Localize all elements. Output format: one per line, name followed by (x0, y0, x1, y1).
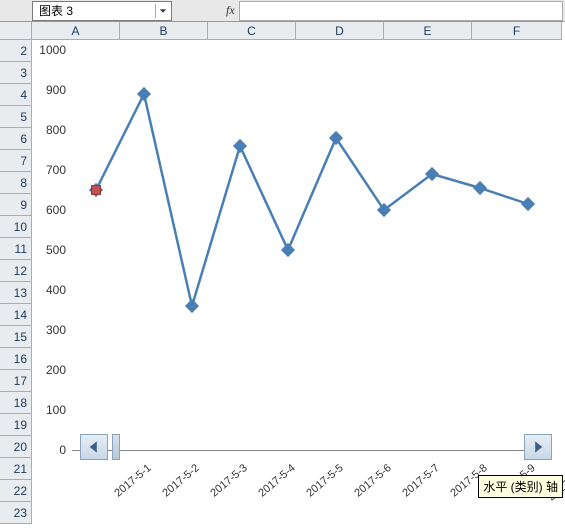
scroll-left-button[interactable] (80, 434, 108, 460)
row-header-14[interactable]: 14 (0, 304, 32, 326)
row-header-4[interactable]: 4 (0, 84, 32, 106)
formula-bar: 图表 3 fx (0, 0, 565, 22)
axis-tooltip: 水平 (类别) 轴 (478, 475, 563, 498)
y-tick-label: 100 (46, 403, 66, 417)
column-header-B[interactable]: B (120, 22, 208, 40)
row-header-3[interactable]: 3 (0, 62, 32, 84)
row-header-22[interactable]: 22 (0, 480, 32, 502)
row-header-16[interactable]: 16 (0, 348, 32, 370)
x-tick-label: 2017-5-4 (256, 462, 297, 500)
y-tick-label: 400 (46, 283, 66, 297)
sheet-area: ABCDEF 234567891011121314151617181920212… (0, 22, 565, 528)
column-header-A[interactable]: A (32, 22, 120, 40)
y-tick-label: 600 (46, 203, 66, 217)
row-header-2[interactable]: 2 (0, 40, 32, 62)
y-tick-label: 0 (59, 443, 66, 457)
x-tick-label: 2017-5-1 (112, 462, 153, 500)
x-tick-label: 2017-5-2 (160, 462, 201, 500)
column-header-D[interactable]: D (296, 22, 384, 40)
row-header-6[interactable]: 6 (0, 128, 32, 150)
plot-area[interactable] (72, 50, 552, 450)
row-header-20[interactable]: 20 (0, 436, 32, 458)
column-header-E[interactable]: E (384, 22, 472, 40)
scroll-thumb[interactable] (112, 434, 120, 460)
column-headers: ABCDEF (32, 22, 565, 40)
row-header-5[interactable]: 5 (0, 106, 32, 128)
row-header-7[interactable]: 7 (0, 150, 32, 172)
x-tick-label: 2017-5-6 (352, 462, 393, 500)
x-tick-label: 2017-5-5 (304, 462, 345, 500)
y-axis-ticks: 01002003004005006007008009001000 (32, 50, 70, 450)
embedded-chart[interactable]: 0 100 200 300 400 500 600 700 800 900 1000 2017-5-… (32, 40, 562, 520)
x-tick-label: 2017-5-7 (400, 462, 441, 500)
x-axis[interactable] (72, 450, 552, 451)
row-header-9[interactable]: 9 (0, 194, 32, 216)
row-header-11[interactable]: 11 (0, 238, 32, 260)
scroll-right-button[interactable] (524, 434, 552, 460)
column-header-C[interactable]: C (208, 22, 296, 40)
y-tick-label: 1000 (39, 43, 66, 57)
select-all-corner[interactable] (0, 22, 32, 40)
y-tick-label: 800 (46, 123, 66, 137)
y-tick-label: 200 (46, 363, 66, 377)
highlight-marker[interactable] (91, 185, 101, 195)
name-box-dropdown-icon[interactable] (155, 4, 169, 18)
row-header-8[interactable]: 8 (0, 172, 32, 194)
formula-input[interactable] (239, 1, 563, 21)
name-box[interactable]: 图表 3 (32, 1, 172, 21)
row-header-10[interactable]: 10 (0, 216, 32, 238)
row-header-23[interactable]: 23 (0, 502, 32, 524)
row-header-15[interactable]: 15 (0, 326, 32, 348)
name-box-value: 图表 3 (39, 2, 73, 19)
row-header-17[interactable]: 17 (0, 370, 32, 392)
fx-label: fx (226, 3, 235, 18)
row-header-13[interactable]: 13 (0, 282, 32, 304)
row-headers: 234567891011121314151617181920212223 (0, 40, 32, 528)
line-series (72, 50, 552, 450)
y-tick-label: 500 (46, 243, 66, 257)
row-header-19[interactable]: 19 (0, 414, 32, 436)
y-tick-label: 900 (46, 83, 66, 97)
row-header-12[interactable]: 12 (0, 260, 32, 282)
y-tick-label: 300 (46, 323, 66, 337)
y-tick-label: 700 (46, 163, 66, 177)
row-header-21[interactable]: 21 (0, 458, 32, 480)
column-header-F[interactable]: F (472, 22, 562, 40)
x-tick-label: 2017-5-3 (208, 462, 249, 500)
row-header-18[interactable]: 18 (0, 392, 32, 414)
